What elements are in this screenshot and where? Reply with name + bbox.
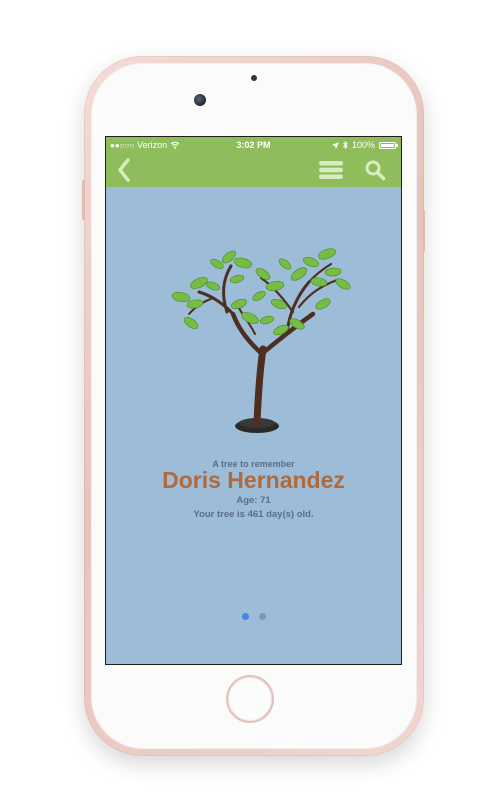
front-camera-icon [194,94,206,106]
battery-percent: 100% [351,140,375,150]
page-indicator [106,613,401,620]
app-screen: ●●○○○ Verizon 3:02 PM 100% A tree to rem… [106,137,401,664]
volume-button-left [82,180,85,220]
chevron-left-icon [118,158,130,182]
page-dot-2[interactable] [258,613,266,620]
memorial-page: A tree to remember Doris Hernandez Age: … [106,187,401,664]
menu-button[interactable] [316,153,346,187]
home-button[interactable] [226,675,274,723]
tree-illustration [171,248,351,433]
memorial-age: Age: 71 [236,495,271,506]
location-arrow-icon [331,141,339,149]
search-icon [365,160,386,181]
search-button[interactable] [360,153,390,187]
tree-age-text: Your tree is 461 day(s) old. [193,509,314,520]
hamburger-menu-icon [319,161,343,179]
battery-fill [381,143,394,147]
bluetooth-icon [343,141,348,149]
status-bar: ●●○○○ Verizon 3:02 PM 100% [106,137,401,153]
status-right: 100% [331,140,398,150]
proximity-sensor [251,75,257,81]
memorial-name: Doris Hernandez [162,467,345,493]
back-button[interactable] [112,153,136,187]
battery-icon [379,141,398,149]
page-dot-1[interactable] [241,613,249,620]
power-button-right [422,210,425,252]
nav-bar [106,153,401,187]
